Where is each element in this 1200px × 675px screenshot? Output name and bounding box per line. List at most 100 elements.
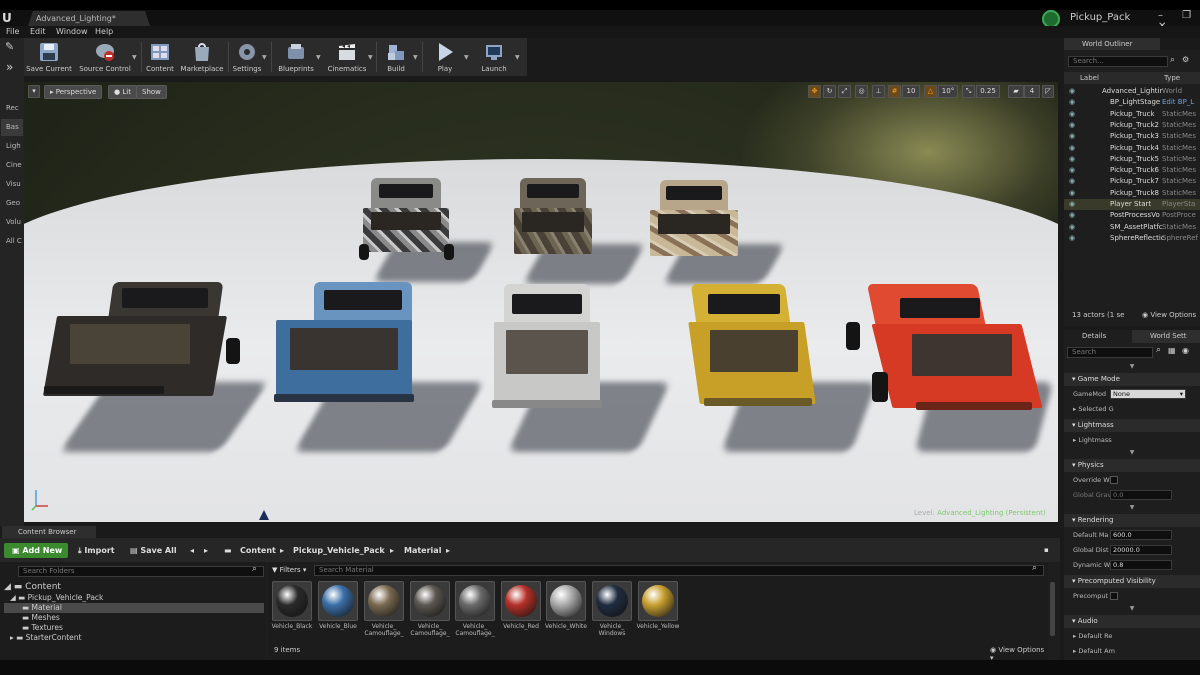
material-thumbnail[interactable] xyxy=(455,581,495,621)
search-folders-input[interactable]: Search Folders xyxy=(18,566,264,577)
outliner-row[interactable]: ◉ Player Start PlayerSta xyxy=(1064,199,1200,210)
category-physics[interactable]: ▾ Physics xyxy=(1064,459,1200,472)
truck-red[interactable] xyxy=(842,282,1043,428)
expand-arrow-icon[interactable]: ▼ xyxy=(1124,605,1140,613)
outliner-row[interactable]: ◉ Pickup_Truck7 StaticMes xyxy=(1064,176,1200,187)
add-new-button[interactable]: ▣ Add New ▾ xyxy=(4,543,68,570)
expand-icon[interactable]: » xyxy=(6,60,13,74)
label-column-header[interactable]: Label xyxy=(1080,72,1099,84)
outliner-row[interactable]: ◉ Advanced_Lightir World xyxy=(1064,86,1200,97)
expand-arrow-icon[interactable]: ▼ xyxy=(1124,363,1140,371)
outliner-row[interactable]: ◉ PostProcessVo PostProce xyxy=(1064,210,1200,221)
visibility-eye-icon[interactable]: ◉ xyxy=(1069,199,1075,210)
default-max-field[interactable]: 600.0 xyxy=(1110,530,1172,540)
override-gravity-checkbox[interactable] xyxy=(1110,476,1118,484)
place-mode-icon[interactable]: ✎ xyxy=(5,40,14,53)
viewport-options-icon[interactable]: ▾ xyxy=(28,85,40,98)
tab-world-settings[interactable]: World Sett xyxy=(1132,330,1200,343)
category-game-mode[interactable]: ▾ Game Mode xyxy=(1064,373,1200,386)
truck-camo-2[interactable] xyxy=(512,174,594,266)
surface-snap-icon[interactable]: ⊥ xyxy=(872,85,885,98)
outliner-row[interactable]: ◉ Pickup_Truck5 StaticMes xyxy=(1064,154,1200,165)
category-audio[interactable]: ▾ Audio xyxy=(1064,615,1200,628)
mode-tab-visual[interactable]: Visu xyxy=(1,176,23,193)
save-current-button[interactable]: Save Current xyxy=(24,38,74,76)
forward-arrow-icon[interactable]: ▸ xyxy=(204,543,208,558)
breadcrumb-content[interactable]: Content xyxy=(240,543,276,558)
visibility-eye-icon[interactable]: ◉ xyxy=(1069,131,1075,142)
material-thumbnail[interactable] xyxy=(272,581,312,621)
mode-tab-recent[interactable]: Rec xyxy=(1,100,23,117)
game-mode-dropdown[interactable]: None ▾ xyxy=(1110,389,1186,399)
material-thumbnail[interactable] xyxy=(318,581,358,621)
material-thumbnail[interactable] xyxy=(592,581,632,621)
tree-material[interactable]: ▬ Material xyxy=(4,603,264,613)
tree-textures[interactable]: ▬ Textures xyxy=(22,623,63,633)
play-button[interactable]: Play xyxy=(426,38,464,76)
material-thumbnail[interactable] xyxy=(410,581,450,621)
outliner-view-options[interactable]: ◉ View Options xyxy=(1142,308,1196,322)
source-control-button[interactable]: Source Control xyxy=(76,38,134,76)
global-distance-field[interactable]: 20000.0 xyxy=(1110,545,1172,555)
visibility-eye-icon[interactable]: ◉ xyxy=(1069,176,1075,187)
scale-icon[interactable]: ⤢ xyxy=(838,85,851,98)
global-gravity-field[interactable]: 0.0 xyxy=(1110,490,1172,500)
category-lightmass[interactable]: ▾ Lightmass xyxy=(1064,419,1200,432)
source-control-dropdown-icon[interactable]: ▼ xyxy=(132,54,137,61)
truck-camo-1[interactable] xyxy=(359,174,454,264)
settings-dropdown-icon[interactable]: ▼ xyxy=(262,54,267,61)
cinematics-button[interactable]: Cinematics xyxy=(324,38,370,76)
menu-window[interactable]: Window xyxy=(56,26,88,38)
level-tab[interactable]: Advanced_Lighting* xyxy=(28,11,150,26)
menu-edit[interactable]: Edit xyxy=(30,26,46,38)
visibility-eye-icon[interactable]: ◉ xyxy=(1069,165,1075,176)
import-button[interactable]: ⤓ Import xyxy=(78,543,115,558)
expand-arrow-icon[interactable]: ▼ xyxy=(1124,449,1140,457)
camera-speed-icon[interactable]: ▰ xyxy=(1008,85,1024,98)
launch-button[interactable]: Launch xyxy=(474,38,514,76)
visibility-eye-icon[interactable]: ◉ xyxy=(1069,97,1075,108)
dynamic-field[interactable]: 0.8 xyxy=(1110,560,1172,570)
back-arrow-icon[interactable]: ◂ xyxy=(190,543,194,558)
world-local-icon[interactable]: ◎ xyxy=(855,85,868,98)
save-all-button[interactable]: ▤ Save All xyxy=(130,543,177,558)
tree-starter-content[interactable]: ▸ ▬ StarterContent xyxy=(10,633,81,643)
truck-white[interactable] xyxy=(492,282,604,422)
outliner-row[interactable]: ◉ Pickup_Truck2 StaticMes xyxy=(1064,120,1200,131)
truck-camo-3[interactable] xyxy=(646,176,742,266)
search-material-input[interactable]: Search Material xyxy=(314,565,1044,576)
visibility-eye-icon[interactable]: ◉ xyxy=(1069,109,1075,120)
content-button[interactable]: Content xyxy=(144,38,176,76)
rotate-icon[interactable]: ↻ xyxy=(823,85,836,98)
outliner-row[interactable]: ◉ BP_LightStage Edit BP_L xyxy=(1064,97,1200,108)
breadcrumb-pickup-vehicle-pack[interactable]: Pickup_Vehicle_Pack xyxy=(293,543,385,558)
blueprints-dropdown-icon[interactable]: ▼ xyxy=(316,54,321,61)
expand-arrow-icon[interactable]: ▼ xyxy=(1124,504,1140,512)
camera-speed-value[interactable]: 4 xyxy=(1024,85,1040,98)
maximize-viewport-icon[interactable]: ◸ xyxy=(1042,85,1054,98)
player-start-icon[interactable] xyxy=(259,510,269,520)
scale-snap-value[interactable]: 0.25 xyxy=(976,85,1000,98)
property-lightmass[interactable]: ▸ Lightmass xyxy=(1064,434,1200,447)
tree-content[interactable]: ◢ ▬ Content xyxy=(4,582,61,592)
world-outliner-tab[interactable]: World Outliner xyxy=(1064,38,1160,50)
property-default-reverb[interactable]: ▸ Default Re xyxy=(1064,630,1200,643)
outliner-search-input[interactable]: Search... xyxy=(1068,56,1168,67)
show-button[interactable]: Show xyxy=(136,85,167,99)
visibility-eye-icon[interactable]: ◉ xyxy=(1069,120,1075,131)
marketplace-button[interactable]: Marketplace xyxy=(179,38,225,76)
grid-snap-icon[interactable]: # xyxy=(888,85,901,98)
asset-scrollbar[interactable] xyxy=(1050,582,1055,636)
mode-tab-lights[interactable]: Ligh xyxy=(1,138,23,155)
property-selected-gamemode[interactable]: ▸ Selected G xyxy=(1064,403,1200,416)
property-default-ambient[interactable]: ▸ Default Am xyxy=(1064,645,1200,658)
play-dropdown-icon[interactable]: ▼ xyxy=(464,54,469,61)
breadcrumb-material[interactable]: Material xyxy=(404,543,441,558)
outliner-row[interactable]: ◉ Pickup_Truck8 StaticMes xyxy=(1064,188,1200,199)
mode-tab-all-classes[interactable]: All C xyxy=(1,233,23,250)
truck-black[interactable] xyxy=(40,278,240,418)
precompute-checkbox[interactable] xyxy=(1110,592,1118,600)
visibility-eye-icon[interactable]: ◉ xyxy=(1069,86,1075,97)
outliner-row[interactable]: ◉ Pickup_Truck3 StaticMes xyxy=(1064,131,1200,142)
menu-file[interactable]: File xyxy=(6,26,19,38)
